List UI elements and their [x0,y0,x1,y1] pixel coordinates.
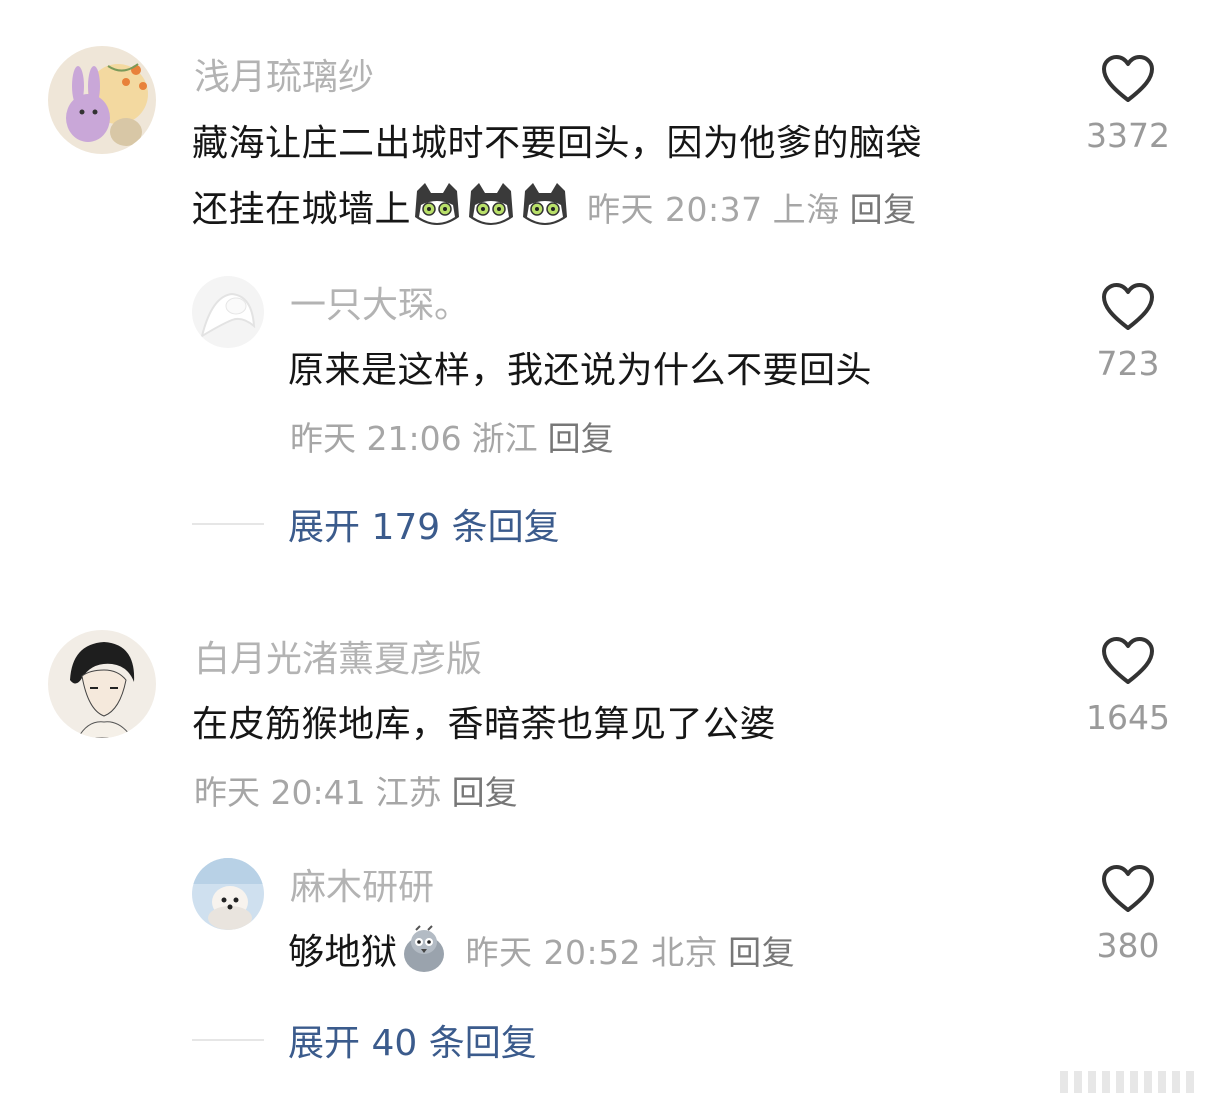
reply-time: 昨天 21:06 [290,419,462,458]
like-count: 723 [1096,344,1160,383]
divider [192,523,264,525]
comment-meta: 昨天 20:37 上海 回复 [587,190,927,229]
comment-text: 在皮筋猴地库，香暗荼也算见了公婆 [192,704,777,745]
divider [192,1039,264,1041]
comment-time: 昨天 20:41 [194,773,366,812]
reply-meta: 昨天 21:06 浙江 回复 [290,417,624,461]
reply-meta: 昨天 20:52 北京 回复 [466,933,806,972]
avatar[interactable] [192,276,264,348]
heart-icon[interactable] [1101,864,1155,914]
like-widget: 723 [1073,282,1183,384]
reply-text-segment: 够地狱 [288,932,398,973]
like-count: 380 [1096,926,1160,965]
expand-replies-button[interactable]: 展开 40 条回复 [192,1014,537,1066]
reply-text: 原来是这样，我还说为什么不要回头 [288,350,873,391]
comment-text-line: 藏海让庄二出城时不要回头，因为他爹的脑袋 [192,123,923,164]
cat-emoji-icon [519,181,571,231]
comment-list: 浅月琉璃纱 藏海让庄二出城时不要回头，因为他爹的脑袋 还挂在城墙上 昨天 20:… [0,0,1206,1105]
reply-button[interactable]: 回复 [452,773,518,812]
cat-emoji-icon [411,181,463,231]
comment-text-line: 还挂在城墙上 昨天 20:37 上海 回复 [192,177,1072,243]
comment-meta: 昨天 20:41 江苏 回复 [194,771,528,815]
comment-username[interactable]: 白月光渚薰夏彦版 [194,638,482,682]
pigeon-emoji-icon [398,924,450,974]
reply-location: 北京 [651,933,719,972]
like-widget: 380 [1073,864,1183,966]
like-widget: 1645 [1073,636,1183,738]
reply-username[interactable]: 一只大琛。 [290,284,470,328]
comment-time: 昨天 20:37 [587,190,763,229]
reply-location: 浙江 [471,419,538,458]
reply-text: 够地狱 昨天 20:52 北京 回复 [288,920,805,986]
reply-button[interactable]: 回复 [548,419,614,458]
heart-icon[interactable] [1101,54,1155,104]
avatar[interactable] [192,858,264,930]
comment-location: 上海 [772,190,840,229]
watermark-icon [1060,1071,1194,1093]
cat-emoji-icon [465,181,517,231]
heart-icon[interactable] [1101,636,1155,686]
heart-icon[interactable] [1101,282,1155,332]
reply-time: 昨天 20:52 [465,933,642,972]
like-count: 1645 [1086,698,1170,737]
reply-username[interactable]: 麻木研研 [290,866,434,910]
like-widget: 3372 [1073,54,1183,156]
comment-username[interactable]: 浅月琉璃纱 [194,56,374,100]
expand-replies-label: 展开 179 条回复 [288,507,560,548]
avatar[interactable] [48,630,156,738]
reply-button[interactable]: 回复 [850,190,917,229]
avatar[interactable] [48,46,156,154]
like-count: 3372 [1086,116,1170,155]
comment-text-segment: 还挂在城墙上 [192,189,412,230]
expand-replies-label: 展开 40 条回复 [288,1023,537,1064]
comment-text: 藏海让庄二出城时不要回头，因为他爹的脑袋 还挂在城墙上 昨天 20:37 上海 回复 [192,111,1072,243]
reply-button[interactable]: 回复 [728,933,795,972]
comment-location: 江苏 [375,773,442,812]
expand-replies-button[interactable]: 展开 179 条回复 [192,498,560,550]
